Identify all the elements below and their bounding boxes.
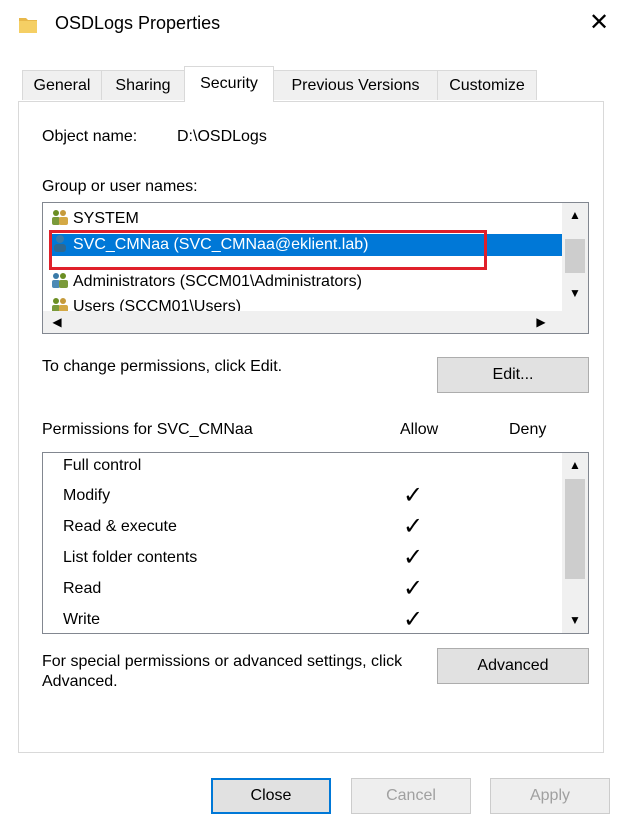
scroll-down-icon[interactable]: ▼ — [562, 281, 588, 305]
folder-icon — [19, 18, 37, 33]
cancel-button[interactable]: Cancel — [351, 778, 471, 814]
deny-column-header: Deny — [509, 421, 547, 438]
listbox-horizontal-scrollbar[interactable]: ◀ ▶ — [43, 311, 588, 333]
group-icon — [52, 273, 68, 288]
tab-sharing[interactable]: Sharing — [101, 70, 185, 100]
edit-hint-text: To change permissions, click Edit. — [42, 358, 283, 375]
selection-highlight-annotation — [49, 230, 487, 270]
close-icon[interactable]: ✕ — [586, 10, 612, 36]
allow-column-header: Allow — [400, 421, 439, 438]
list-item-label: SYSTEM — [73, 210, 139, 227]
permissions-header: Permissions for SVC_CMNaa — [42, 421, 253, 438]
listbox-vertical-scrollbar[interactable]: ▲ ▼ — [562, 203, 588, 311]
permission-write: Write — [63, 611, 101, 628]
tab-customize[interactable]: Customize — [437, 70, 537, 100]
permission-list-folder-contents: List folder contents — [63, 549, 198, 566]
allow-check-icon: ✓ — [403, 575, 424, 602]
permission-read-execute: Read & execute — [63, 518, 177, 535]
tab-security[interactable]: Security — [184, 66, 274, 102]
scroll-down-icon[interactable]: ▼ — [562, 608, 588, 632]
permission-read: Read — [63, 580, 102, 597]
close-button[interactable]: Close — [211, 778, 331, 814]
scrollbar-thumb[interactable] — [565, 479, 585, 579]
allow-check-icon: ✓ — [403, 482, 424, 509]
list-item-system[interactable]: SYSTEM — [51, 208, 139, 230]
group-user-names-label: Group or user names: — [42, 178, 198, 195]
scrollbar-thumb[interactable] — [565, 239, 585, 273]
advanced-button[interactable]: Advanced — [437, 648, 589, 684]
scroll-right-icon[interactable]: ▶ — [531, 311, 551, 333]
apply-button[interactable]: Apply — [490, 778, 610, 814]
group-icon — [52, 210, 68, 225]
permissions-list: Full control Modify ✓ Read & execute ✓ L… — [42, 452, 589, 634]
advanced-hint-text: For special permissions or advanced sett… — [42, 653, 403, 690]
list-item-label: Administrators (SCCM01\Administrators) — [73, 273, 362, 290]
tab-previous-versions[interactable]: Previous Versions — [273, 70, 438, 100]
tab-general[interactable]: General — [22, 70, 102, 100]
allow-check-icon: ✓ — [403, 544, 424, 571]
allow-check-icon: ✓ — [403, 513, 424, 540]
permissions-vertical-scrollbar[interactable]: ▲ ▼ — [562, 453, 588, 633]
scroll-up-icon[interactable]: ▲ — [562, 453, 588, 477]
list-item-administrators[interactable]: Administrators (SCCM01\Administrators) — [51, 271, 362, 293]
object-name-label: Object name: — [42, 128, 138, 145]
allow-check-icon: ✓ — [403, 606, 424, 633]
edit-button[interactable]: Edit... — [437, 357, 589, 393]
permission-full-control: Full control — [63, 457, 142, 474]
window-title: OSDLogs Properties — [55, 13, 221, 33]
scroll-up-icon[interactable]: ▲ — [562, 203, 588, 227]
permission-modify: Modify — [63, 487, 111, 504]
scroll-left-icon[interactable]: ◀ — [47, 311, 67, 333]
object-name-value: D:\OSDLogs — [177, 128, 267, 145]
